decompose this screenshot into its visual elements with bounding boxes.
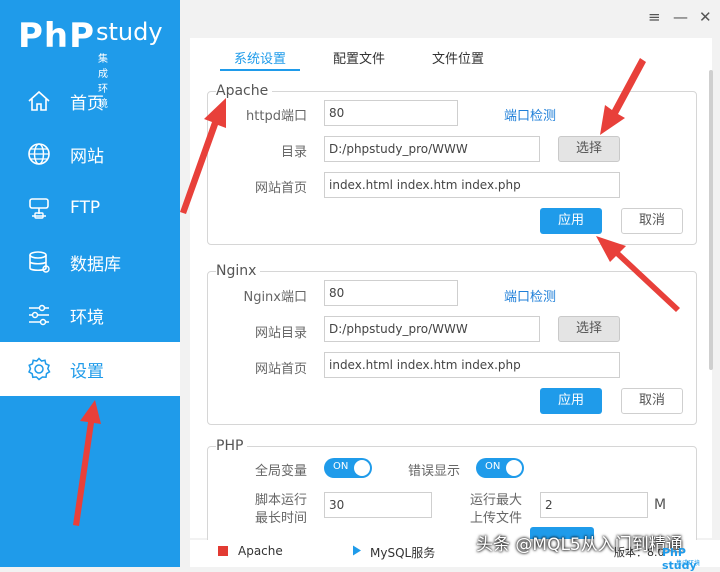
apache-title: Apache: [216, 83, 273, 99]
home-icon: [28, 90, 50, 111]
nginx-port-input[interactable]: 80: [324, 280, 458, 306]
apache-select-button[interactable]: 选择: [558, 136, 620, 162]
sidebar-item-home[interactable]: 首页: [0, 74, 180, 128]
sidebar-item-label: 数据库: [70, 254, 121, 275]
max-time-label-line2: 最长时间: [254, 511, 307, 526]
watermark: 头条 @MQL5从入门到精通: [476, 535, 683, 555]
menu-icon[interactable]: ≡: [648, 8, 661, 26]
scrollbar[interactable]: [709, 70, 713, 370]
database-icon: [29, 251, 50, 273]
upload-size-label-line1: 运行最大: [469, 493, 522, 508]
apache-stopped-icon: [218, 546, 228, 556]
sidebar-item-database[interactable]: 数据库: [0, 235, 180, 289]
sidebar-item-label: 网站: [70, 146, 104, 167]
php-title: PHP: [216, 438, 248, 454]
minimize-icon[interactable]: —: [673, 8, 688, 26]
logo-study: study: [96, 18, 163, 46]
status-apache[interactable]: Apache: [238, 544, 283, 558]
play-icon[interactable]: [352, 545, 362, 556]
nginx-select-button[interactable]: 选择: [558, 316, 620, 342]
error-display-label: 错误显示: [407, 464, 460, 479]
apache-dir-label: 目录: [280, 145, 307, 160]
upload-size-input[interactable]: 2: [540, 492, 648, 518]
toggle-label: ON: [333, 461, 349, 472]
toggle-label: ON: [485, 461, 501, 472]
sidebar-item-label: 首页: [70, 93, 104, 114]
nginx-dir-input[interactable]: D:/phpstudy_pro/WWW: [324, 316, 540, 342]
apache-cancel-button[interactable]: 取消: [621, 208, 683, 234]
apache-port-check-link[interactable]: 端口检测: [504, 105, 556, 124]
nginx-index-label: 网站首页: [254, 362, 307, 377]
app-logo: PhP study 集成环境: [18, 16, 163, 110]
nginx-apply-button[interactable]: 应用: [540, 388, 602, 414]
tab-file-locations[interactable]: 文件位置: [432, 48, 484, 67]
nginx-port-check-link[interactable]: 端口检测: [504, 286, 556, 305]
tab-system-settings[interactable]: 系统设置: [220, 48, 301, 71]
nginx-port-label: Nginx端口: [243, 290, 307, 305]
logo-main: PhP: [18, 16, 96, 56]
sidebar-item-settings[interactable]: 设置: [0, 342, 180, 396]
apache-apply-button[interactable]: 应用: [540, 208, 602, 234]
apache-dir-input[interactable]: D:/phpstudy_pro/WWW: [324, 136, 540, 162]
status-mysql[interactable]: MySQL服务: [370, 544, 435, 561]
toggle-knob: [506, 460, 522, 476]
globe-icon: [28, 143, 50, 165]
sidebar-item-environment[interactable]: 环境: [0, 288, 180, 342]
nginx-dir-label: 网站目录: [254, 326, 307, 341]
nginx-index-input[interactable]: index.html index.htm index.php: [324, 352, 620, 378]
ftp-icon: [29, 198, 49, 219]
sidebar-item-ftp[interactable]: FTP: [0, 181, 180, 235]
apache-index-input[interactable]: index.html index.htm index.php: [324, 172, 620, 198]
sidebar-item-website[interactable]: 网站: [0, 127, 180, 181]
tab-config-files[interactable]: 配置文件: [333, 48, 385, 67]
small-logo-subtitle: 集成环境: [676, 560, 701, 567]
httpd-port-input[interactable]: 80: [324, 100, 458, 126]
sidebar-item-label: FTP: [70, 198, 101, 218]
sidebar: PhP study 集成环境 首页 网站 FTP 数据库 环境 设置: [0, 0, 180, 567]
sidebar-item-label: 设置: [70, 361, 104, 382]
error-display-toggle[interactable]: ON: [476, 458, 524, 478]
close-icon[interactable]: ✕: [699, 8, 712, 26]
max-time-input[interactable]: 30: [324, 492, 432, 518]
sidebar-item-label: 环境: [70, 307, 104, 328]
nginx-cancel-button[interactable]: 取消: [621, 388, 683, 414]
httpd-port-label: httpd端口: [246, 109, 307, 124]
max-time-label-line1: 脚本运行: [254, 493, 307, 508]
nginx-title: Nginx: [216, 263, 261, 279]
global-vars-label: 全局变量: [254, 464, 307, 479]
gear-icon: [28, 357, 51, 381]
upload-size-unit: M: [654, 497, 667, 513]
upload-size-label-line2: 上传文件: [469, 511, 522, 526]
sliders-icon: [29, 304, 49, 326]
apache-index-label: 网站首页: [254, 181, 307, 196]
